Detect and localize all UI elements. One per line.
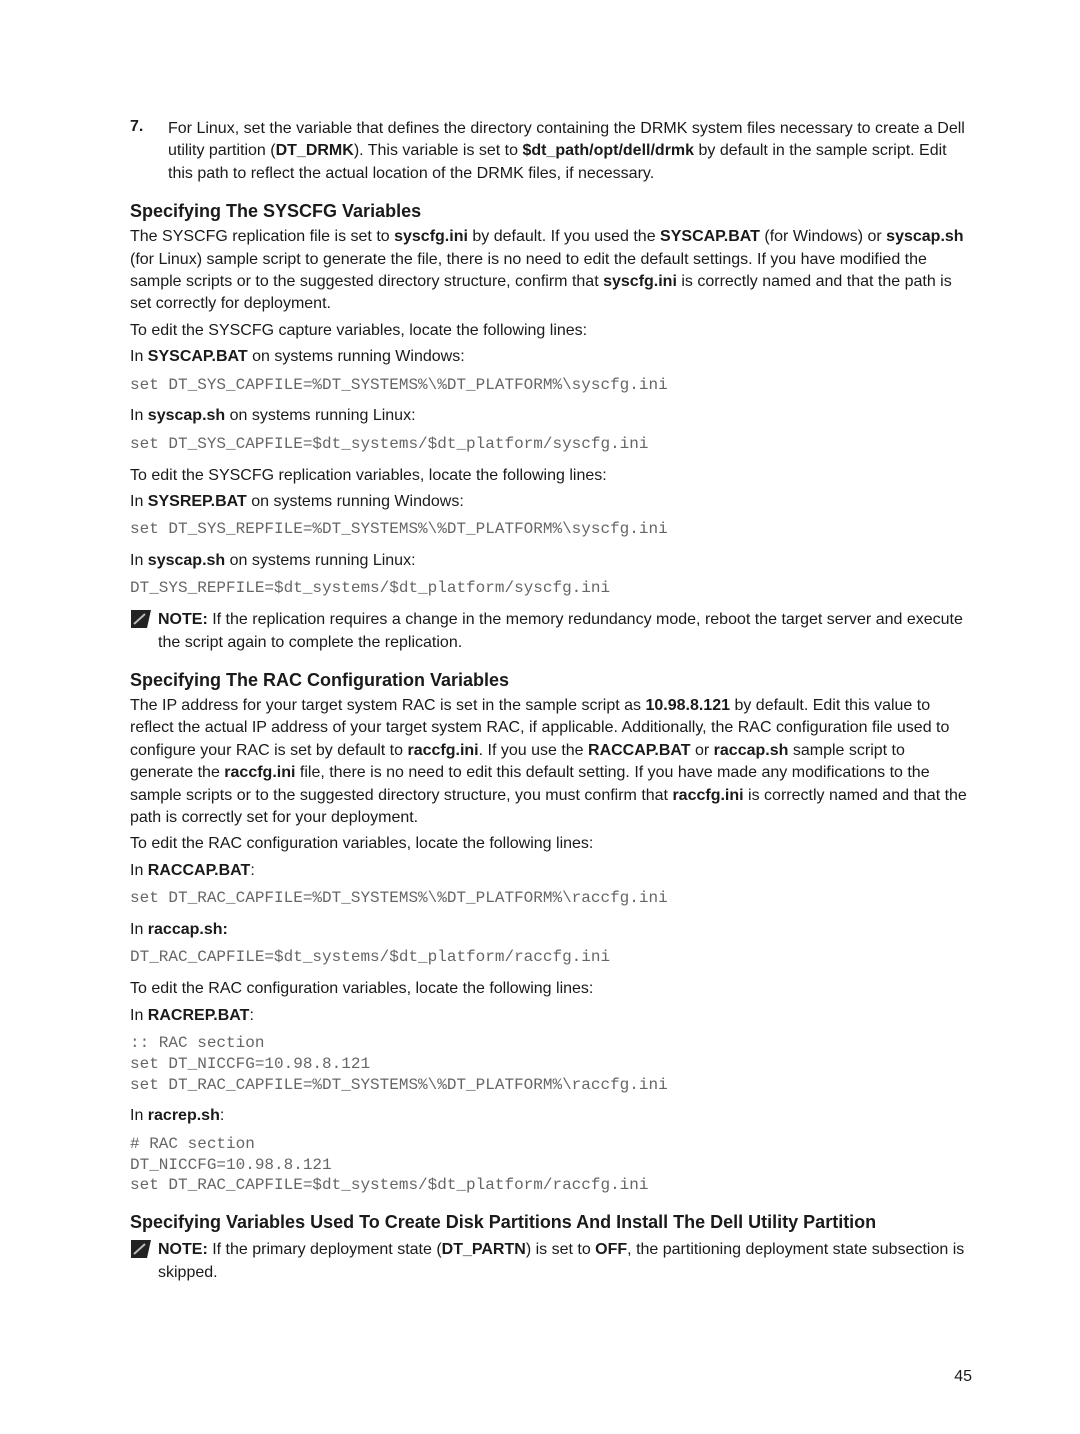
code-token: syscap.sh bbox=[148, 407, 225, 424]
note-block: NOTE: If the replication requires a chan… bbox=[130, 609, 972, 654]
text: If the replication requires a change in … bbox=[158, 611, 963, 650]
text: : bbox=[250, 862, 254, 879]
code-token: RACREP.BAT bbox=[148, 1007, 250, 1024]
code-token: raccap.sh: bbox=[148, 921, 228, 938]
paragraph: The IP address for your target system RA… bbox=[130, 695, 972, 829]
paragraph: To edit the SYSCFG capture variables, lo… bbox=[130, 320, 972, 342]
code-token: $dt_path/opt/dell/drmk bbox=[522, 142, 694, 159]
page-number: 45 bbox=[954, 1368, 972, 1386]
code-block: set DT_SYS_REPFILE=%DT_SYSTEMS%\%DT_PLAT… bbox=[130, 519, 972, 540]
code-token: SYSCAP.BAT bbox=[660, 228, 760, 245]
note-text: NOTE: If the primary deployment state (D… bbox=[158, 1239, 972, 1284]
text: on systems running Linux: bbox=[225, 407, 415, 424]
paragraph: To edit the SYSCFG replication variables… bbox=[130, 465, 972, 487]
code-block: DT_RAC_CAPFILE=$dt_systems/$dt_platform/… bbox=[130, 947, 972, 968]
code-token: RACCAP.BAT bbox=[588, 742, 691, 759]
code-token: OFF bbox=[595, 1241, 627, 1258]
code-token: racrep.sh bbox=[148, 1107, 220, 1124]
text: or bbox=[691, 742, 714, 759]
paragraph: In racrep.sh: bbox=[130, 1105, 972, 1127]
code-block: set DT_RAC_CAPFILE=%DT_SYSTEMS%\%DT_PLAT… bbox=[130, 888, 972, 909]
code-token: syscap.sh bbox=[148, 552, 225, 569]
code-token: SYSCAP.BAT bbox=[148, 348, 248, 365]
code-token: 10.98.8.121 bbox=[645, 697, 730, 714]
heading-rac: Specifying The RAC Configuration Variabl… bbox=[130, 670, 972, 691]
note-block: NOTE: If the primary deployment state (D… bbox=[130, 1239, 972, 1284]
code-token: RACCAP.BAT bbox=[148, 862, 251, 879]
paragraph: To edit the RAC configuration variables,… bbox=[130, 833, 972, 855]
code-block: # RAC section DT_NICCFG=10.98.8.121 set … bbox=[130, 1134, 972, 1196]
list-body: For Linux, set the variable that defines… bbox=[168, 118, 972, 185]
code-token: raccfg.ini bbox=[407, 742, 478, 759]
paragraph: In RACCAP.BAT: bbox=[130, 860, 972, 882]
note-text: NOTE: If the replication requires a chan… bbox=[158, 609, 972, 654]
code-token: syscfg.ini bbox=[603, 273, 677, 290]
text: : bbox=[220, 1107, 224, 1124]
list-item-7: 7. For Linux, set the variable that defi… bbox=[130, 118, 972, 185]
code-block: DT_SYS_REPFILE=$dt_systems/$dt_platform/… bbox=[130, 578, 972, 599]
text: If the primary deployment state ( bbox=[212, 1241, 441, 1258]
paragraph: In syscap.sh on systems running Linux: bbox=[130, 550, 972, 572]
text: In bbox=[130, 1107, 148, 1124]
note-icon bbox=[130, 1239, 158, 1284]
code-block: :: RAC section set DT_NICCFG=10.98.8.121… bbox=[130, 1033, 972, 1095]
text: In bbox=[130, 407, 148, 424]
text: by default. If you used the bbox=[468, 228, 660, 245]
heading-syscfg: Specifying The SYSCFG Variables bbox=[130, 201, 972, 222]
text: In bbox=[130, 348, 148, 365]
text: The IP address for your target system RA… bbox=[130, 697, 645, 714]
code-token: raccfg.ini bbox=[224, 764, 295, 781]
paragraph: In syscap.sh on systems running Linux: bbox=[130, 405, 972, 427]
paragraph: In SYSREP.BAT on systems running Windows… bbox=[130, 491, 972, 513]
note-label: NOTE: bbox=[158, 611, 212, 628]
paragraph: In RACREP.BAT: bbox=[130, 1005, 972, 1027]
code-token: syscap.sh bbox=[886, 228, 963, 245]
paragraph: To edit the RAC configuration variables,… bbox=[130, 978, 972, 1000]
code-token: DT_DRMK bbox=[276, 142, 354, 159]
code-token: SYSREP.BAT bbox=[148, 493, 247, 510]
code-block: set DT_SYS_CAPFILE=$dt_systems/$dt_platf… bbox=[130, 434, 972, 455]
text: In bbox=[130, 493, 148, 510]
text: In bbox=[130, 552, 148, 569]
code-token: syscfg.ini bbox=[394, 228, 468, 245]
heading-disk: Specifying Variables Used To Create Disk… bbox=[130, 1212, 972, 1233]
text: (for Windows) or bbox=[760, 228, 886, 245]
paragraph: In raccap.sh: bbox=[130, 919, 972, 941]
code-block: set DT_SYS_CAPFILE=%DT_SYSTEMS%\%DT_PLAT… bbox=[130, 375, 972, 396]
note-label: NOTE: bbox=[158, 1241, 212, 1258]
paragraph: The SYSCFG replication file is set to sy… bbox=[130, 226, 972, 316]
text: In bbox=[130, 921, 148, 938]
code-token: raccap.sh bbox=[714, 742, 789, 759]
text: : bbox=[249, 1007, 253, 1024]
text: on systems running Windows: bbox=[248, 348, 465, 365]
text: The SYSCFG replication file is set to bbox=[130, 228, 394, 245]
text: ) is set to bbox=[526, 1241, 595, 1258]
text: on systems running Linux: bbox=[225, 552, 415, 569]
code-token: DT_PARTN bbox=[442, 1241, 526, 1258]
text: ). This variable is set to bbox=[354, 142, 523, 159]
paragraph: In SYSCAP.BAT on systems running Windows… bbox=[130, 346, 972, 368]
list-number: 7. bbox=[130, 118, 168, 185]
code-token: raccfg.ini bbox=[672, 787, 743, 804]
text: In bbox=[130, 1007, 148, 1024]
text: on systems running Windows: bbox=[247, 493, 464, 510]
note-icon bbox=[130, 609, 158, 654]
text: . If you use the bbox=[479, 742, 588, 759]
text: In bbox=[130, 862, 148, 879]
